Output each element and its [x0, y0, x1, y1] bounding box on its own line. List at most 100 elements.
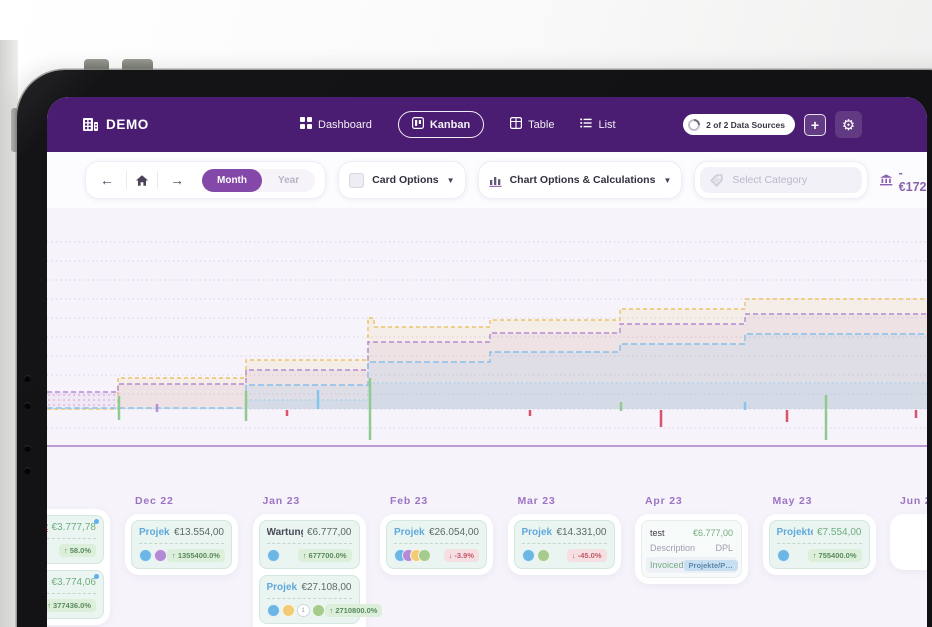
avatar-icon	[418, 549, 431, 562]
toolbar: ← → Month Year Card Options ▼ Chart Opti…	[47, 152, 927, 208]
chart-section	[47, 208, 927, 455]
period-toggle: Month Year	[202, 168, 316, 192]
avatar-icon	[281, 604, 295, 617]
kanban-card[interactable]: test €6.777,00 Description DPL Invoiced Proje…	[641, 520, 742, 578]
kanban-column-partial: Uncategorized€3.777,78 ↑ 58.0% €3.774,06 ↑ …	[47, 509, 110, 625]
column-card-container: Projekte€26.054,00 ↓ -3.9%	[380, 514, 493, 575]
avatar-icon	[266, 549, 280, 562]
trend-badge: ↑ 677700.0%	[297, 549, 352, 562]
trend-badge: ↑ 1355400.0%	[167, 549, 225, 562]
kanban-board: Uncategorized€3.777,78 ↑ 58.0% €3.774,06 ↑ …	[47, 455, 927, 627]
column-header: Jan 23	[262, 495, 300, 507]
avatar-icon	[776, 549, 790, 562]
app-name: DEMO	[106, 117, 149, 132]
kanban-card[interactable]: Projekte€26.054,00 ↓ -3.9%	[386, 520, 487, 569]
settings-button[interactable]: ⚙	[835, 111, 862, 138]
column-card-container: Projekte€14.331,00 ↓ -45.0%	[507, 514, 621, 575]
kanban-card[interactable]: Uncategorized€3.777,78 ↑ 58.0%	[47, 515, 104, 564]
avatar-icon	[311, 604, 325, 617]
kanban-card[interactable]: Projekte€13.554,00 ↑ 1355400.0%	[131, 520, 232, 569]
data-sources-pill[interactable]: 2 of 2 Data Sources	[683, 114, 795, 135]
dashboard-icon	[300, 117, 312, 132]
nav-kanban[interactable]: Kanban	[397, 111, 485, 138]
card-detail-row: Invoiced Projekte/P…	[646, 557, 738, 573]
header-actions: 2 of 2 Data Sources + ⚙	[683, 111, 862, 138]
avatar-group: 1	[266, 604, 325, 617]
forward-button[interactable]: →	[166, 172, 188, 188]
app-header: DEMO Dashboard Kanban Table List 2 of 2 Dat…	[47, 97, 927, 152]
divider	[126, 171, 127, 189]
page-background: DEMO Dashboard Kanban Table List 2 of 2 Dat…	[0, 0, 932, 627]
divider	[157, 171, 158, 189]
avatar-icon: 1	[296, 604, 310, 617]
nav-table[interactable]: Table	[510, 117, 554, 132]
column-card-container: Projekte€13.554,00 ↑ 1355400.0%	[125, 514, 238, 575]
time-nav-group: ← → Month Year	[85, 161, 327, 199]
kanban-card[interactable]: Projekte €7.554,00 ↑ 755400.0%	[768, 520, 870, 569]
nav-list[interactable]: List	[580, 117, 616, 132]
card-title: Projekte	[394, 527, 425, 538]
kanban-card[interactable]: Projekte€27.108,00 1 ↑ 2710800.0%	[258, 575, 383, 624]
card-options-button[interactable]: Card Options ▼	[338, 161, 466, 199]
table-icon	[510, 117, 523, 132]
home-button[interactable]	[135, 174, 149, 187]
avatar-group	[266, 549, 280, 562]
tablet-frame: DEMO Dashboard Kanban Table List 2 of 2 Dat…	[17, 70, 932, 627]
column-header: Dec 22	[135, 495, 174, 507]
card-amount: €13.554,00	[173, 527, 224, 538]
detail-value: DPL	[715, 542, 733, 553]
bar-chart-icon	[489, 176, 502, 187]
bezel-dot	[24, 402, 31, 409]
category-filter	[700, 167, 863, 193]
main-nav: Dashboard Kanban Table List	[300, 97, 616, 152]
kanban-card[interactable]: Wartungsver…€6.777,00 ↑ 677700.0%	[258, 520, 360, 569]
card-amount: €27.108,00	[301, 582, 352, 593]
column-card-container: Wartungsver…€6.777,00 ↑ 677700.0% Projekte…	[252, 514, 383, 627]
detail-value: €6.777,00	[692, 527, 733, 538]
bezel-dot	[24, 375, 31, 382]
card-amount: €26.054,00	[428, 527, 479, 538]
kanban-column-mar-23: Mar 23 Projekte€14.331,00 ↓ -45.0%	[507, 495, 621, 575]
add-button[interactable]: +	[804, 113, 826, 136]
period-month[interactable]: Month	[202, 168, 262, 192]
column-card-container	[890, 514, 927, 570]
column-header: Feb 23	[390, 495, 429, 507]
app-logo[interactable]: DEMO	[82, 117, 149, 132]
list-icon	[580, 117, 593, 132]
card-title: Uncategorized	[47, 522, 48, 533]
bezel-dot	[24, 445, 31, 452]
card-title: Wartungsver…	[266, 527, 304, 538]
kanban-card[interactable]: €3.774,06 ↑ 377436.0%	[47, 570, 104, 619]
chevron-down-icon: ▼	[663, 175, 672, 185]
balance-summary: -€172,92	[880, 166, 927, 194]
column-card-container: Projekte €7.554,00 ↑ 755400.0%	[762, 514, 876, 575]
trend-badge: ↑ 58.0%	[58, 544, 96, 557]
column-header: Mar 23	[517, 495, 556, 507]
trend-badge: ↑ 377436.0%	[47, 599, 96, 612]
cumulative-step-chart	[47, 241, 927, 447]
kanban-card[interactable]: Projekte€14.331,00 ↓ -45.0%	[513, 520, 615, 569]
card-amount: €6.777,00	[307, 527, 352, 538]
category-input[interactable]	[730, 173, 853, 187]
building-icon	[83, 118, 98, 131]
bezel-dot	[24, 467, 31, 474]
avatar-group	[394, 549, 431, 562]
notification-dot	[94, 574, 99, 579]
card-amount: €14.331,00	[556, 527, 607, 538]
kanban-column-may-23: May 23 Projekte €7.554,00 ↑ 755400.0%	[762, 495, 876, 575]
nav-dashboard[interactable]: Dashboard	[300, 117, 372, 132]
chart-options-button[interactable]: Chart Options & Calculations ▼	[477, 161, 683, 199]
column-header: Jun 23	[900, 495, 927, 507]
avatar-icon	[139, 549, 152, 562]
card-detail-row: test €6.777,00	[646, 525, 737, 540]
column-header: May 23	[772, 495, 813, 507]
card-title: Projekte	[266, 582, 298, 593]
kanban-icon	[411, 117, 424, 132]
period-year[interactable]: Year	[262, 169, 315, 192]
category-chip: Projekte/P…	[683, 559, 738, 571]
avatar-icon	[266, 604, 280, 617]
back-button[interactable]: ←	[96, 172, 118, 188]
chevron-down-icon: ▼	[446, 175, 455, 185]
trend-badge: ↓ -45.0%	[566, 549, 607, 562]
card-amount: €3.774,06	[51, 577, 97, 588]
